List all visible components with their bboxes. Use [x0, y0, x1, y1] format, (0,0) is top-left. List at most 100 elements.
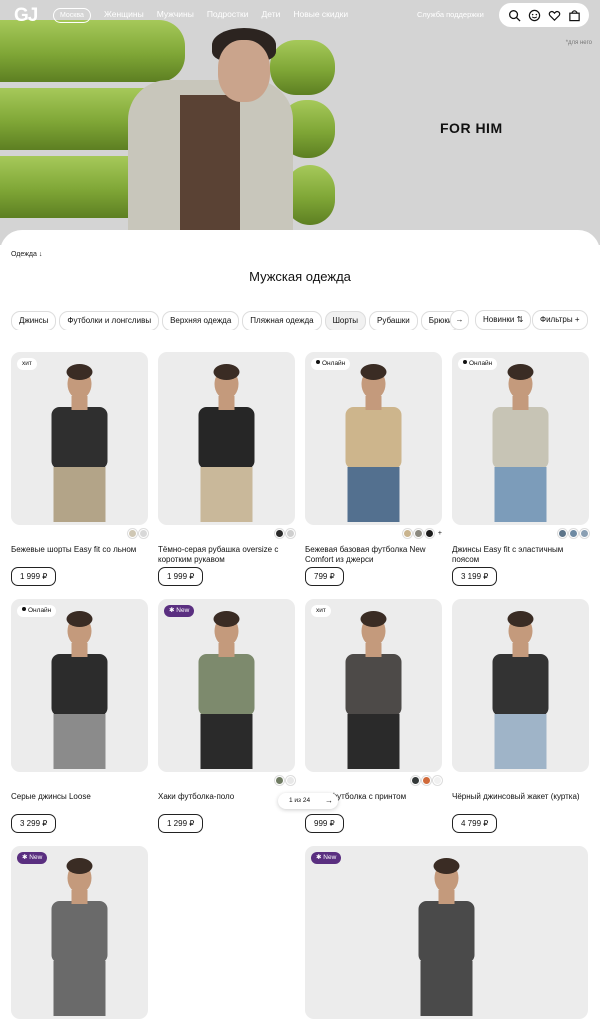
color-swatch[interactable]: [580, 529, 589, 538]
chip-jeans[interactable]: Джинсы: [11, 311, 57, 330]
product-badge: Онлайн: [311, 358, 351, 370]
color-swatches: [275, 776, 295, 785]
product-model-image: [198, 611, 255, 769]
color-swatch[interactable]: [422, 776, 431, 785]
product-name[interactable]: Бежевая базовая футболка New Comfort из …: [305, 545, 442, 565]
arrow-right-icon: →: [455, 315, 464, 324]
color-swatch[interactable]: [286, 776, 295, 785]
color-swatch[interactable]: [275, 776, 284, 785]
sort-icon: ⇅: [516, 315, 524, 324]
product-model-image: [492, 364, 549, 522]
heart-icon[interactable]: [548, 9, 561, 22]
color-swatch[interactable]: [558, 529, 567, 538]
nav-item-teens[interactable]: Подростки: [207, 9, 249, 19]
product-price: 4 799 ₽: [452, 814, 498, 833]
breadcrumb[interactable]: Одежда ↓: [11, 251, 42, 258]
hero-model-image: [128, 28, 293, 245]
product-badge: ✱ New: [17, 852, 48, 864]
product-price: 3 299 ₽: [11, 814, 57, 833]
search-icon[interactable]: [508, 9, 521, 22]
main-nav: Женщины Мужчины Подростки Дети Новые ски…: [104, 9, 361, 19]
chip-outerwear[interactable]: Верхняя одежда: [162, 311, 240, 330]
bag-icon[interactable]: [568, 9, 581, 22]
product-name[interactable]: Хаки футболка-поло: [158, 792, 295, 802]
color-swatch[interactable]: [275, 529, 284, 538]
nav-item-sale[interactable]: Новые скидки: [293, 9, 348, 19]
product-model-image: [345, 364, 402, 522]
chip-shorts[interactable]: Шорты: [324, 311, 367, 330]
pagination-indicator[interactable]: 1 из 24 →: [278, 793, 338, 809]
nav-item-women[interactable]: Женщины: [104, 9, 144, 19]
chips-next-button[interactable]: →: [450, 310, 469, 330]
product-price: 799 ₽: [305, 567, 344, 586]
product-image[interactable]: Онлайн: [452, 352, 589, 525]
product-price: 999 ₽: [305, 814, 344, 833]
plus-icon: +: [574, 315, 580, 324]
product-badge: Онлайн: [458, 358, 498, 370]
color-swatch[interactable]: [139, 529, 148, 538]
product-image[interactable]: [452, 599, 589, 772]
smile-icon[interactable]: [528, 9, 541, 22]
arrow-down-icon: ↓: [38, 251, 43, 258]
product-image[interactable]: ✱ New: [11, 846, 148, 1019]
category-chips: Джинсы Футболки и лонгсливы Верхняя одежда…: [11, 310, 466, 330]
hero-title: FOR HIM: [440, 120, 503, 136]
product-image[interactable]: ✱ New: [305, 846, 588, 1019]
product-name[interactable]: Серые джинсы Loose: [11, 792, 148, 802]
product-badge: Онлайн: [17, 605, 57, 617]
product-image[interactable]: Онлайн: [305, 352, 442, 525]
color-swatches: [128, 529, 148, 538]
product-badge: ✱ New: [164, 605, 195, 617]
header-icons: [499, 3, 589, 27]
chip-shirts[interactable]: Рубашки: [369, 311, 418, 330]
city-selector[interactable]: Москва: [53, 8, 91, 23]
chip-beachwear[interactable]: Пляжная одежда: [242, 311, 322, 330]
product-badge: хит: [311, 605, 331, 617]
product-image[interactable]: хит: [305, 599, 442, 772]
product-badge: хит: [17, 358, 37, 370]
product-name[interactable]: Чёрный джинсовый жакет (куртка): [452, 792, 589, 802]
hero-banner[interactable]: FOR HIM *для него: [0, 0, 600, 245]
nav-item-men[interactable]: Мужчины: [157, 9, 194, 19]
color-swatch[interactable]: [286, 529, 295, 538]
product-price: 3 199 ₽: [452, 567, 498, 586]
color-swatches: +: [402, 529, 442, 538]
catalog-sheet: [0, 230, 600, 950]
product-model-image: [51, 364, 108, 522]
product-name[interactable]: Джинсы Easy fit с эластичным поясом: [452, 545, 589, 565]
sort-button[interactable]: Новинки ⇅: [475, 310, 532, 330]
product-name[interactable]: Бежевые шорты Easy fit со льном: [11, 545, 148, 555]
color-swatch[interactable]: [128, 529, 137, 538]
arrow-right-icon: →: [325, 796, 333, 805]
product-model-image: [492, 611, 549, 769]
support-link[interactable]: Служба поддержки: [417, 10, 484, 19]
logo[interactable]: GJ: [14, 5, 38, 27]
product-image[interactable]: [158, 352, 295, 525]
product-image[interactable]: хит: [11, 352, 148, 525]
color-swatches: [558, 529, 589, 538]
filters-button[interactable]: Фильтры +: [532, 310, 588, 330]
top-navigation: GJ Москва Женщины Мужчины Подростки Дети…: [0, 0, 600, 30]
chip-tshirts[interactable]: Футболки и лонгсливы: [59, 311, 160, 330]
color-swatch[interactable]: [424, 529, 434, 538]
color-swatch[interactable]: [433, 776, 442, 785]
product-price: 1 299 ₽: [158, 814, 204, 833]
hero-note: *для него: [565, 40, 592, 46]
product-image[interactable]: ✱ New: [158, 599, 295, 772]
color-swatch[interactable]: [402, 529, 412, 538]
product-image[interactable]: Онлайн: [11, 599, 148, 772]
product-model-image: [418, 858, 475, 1016]
color-swatch[interactable]: [411, 776, 420, 785]
color-swatches: [411, 776, 442, 785]
product-model-image: [345, 611, 402, 769]
more-colors[interactable]: +: [438, 529, 442, 538]
page-title: Мужская одежда: [249, 269, 351, 284]
nav-item-kids[interactable]: Дети: [262, 9, 281, 19]
product-model-image: [51, 858, 108, 1016]
product-name[interactable]: Тёмно-серая рубашка oversize с коротким …: [158, 545, 295, 565]
product-price: 1 999 ₽: [11, 567, 57, 586]
product-model-image: [51, 611, 108, 769]
color-swatches: [275, 529, 295, 538]
color-swatch[interactable]: [413, 529, 423, 538]
color-swatch[interactable]: [569, 529, 578, 538]
